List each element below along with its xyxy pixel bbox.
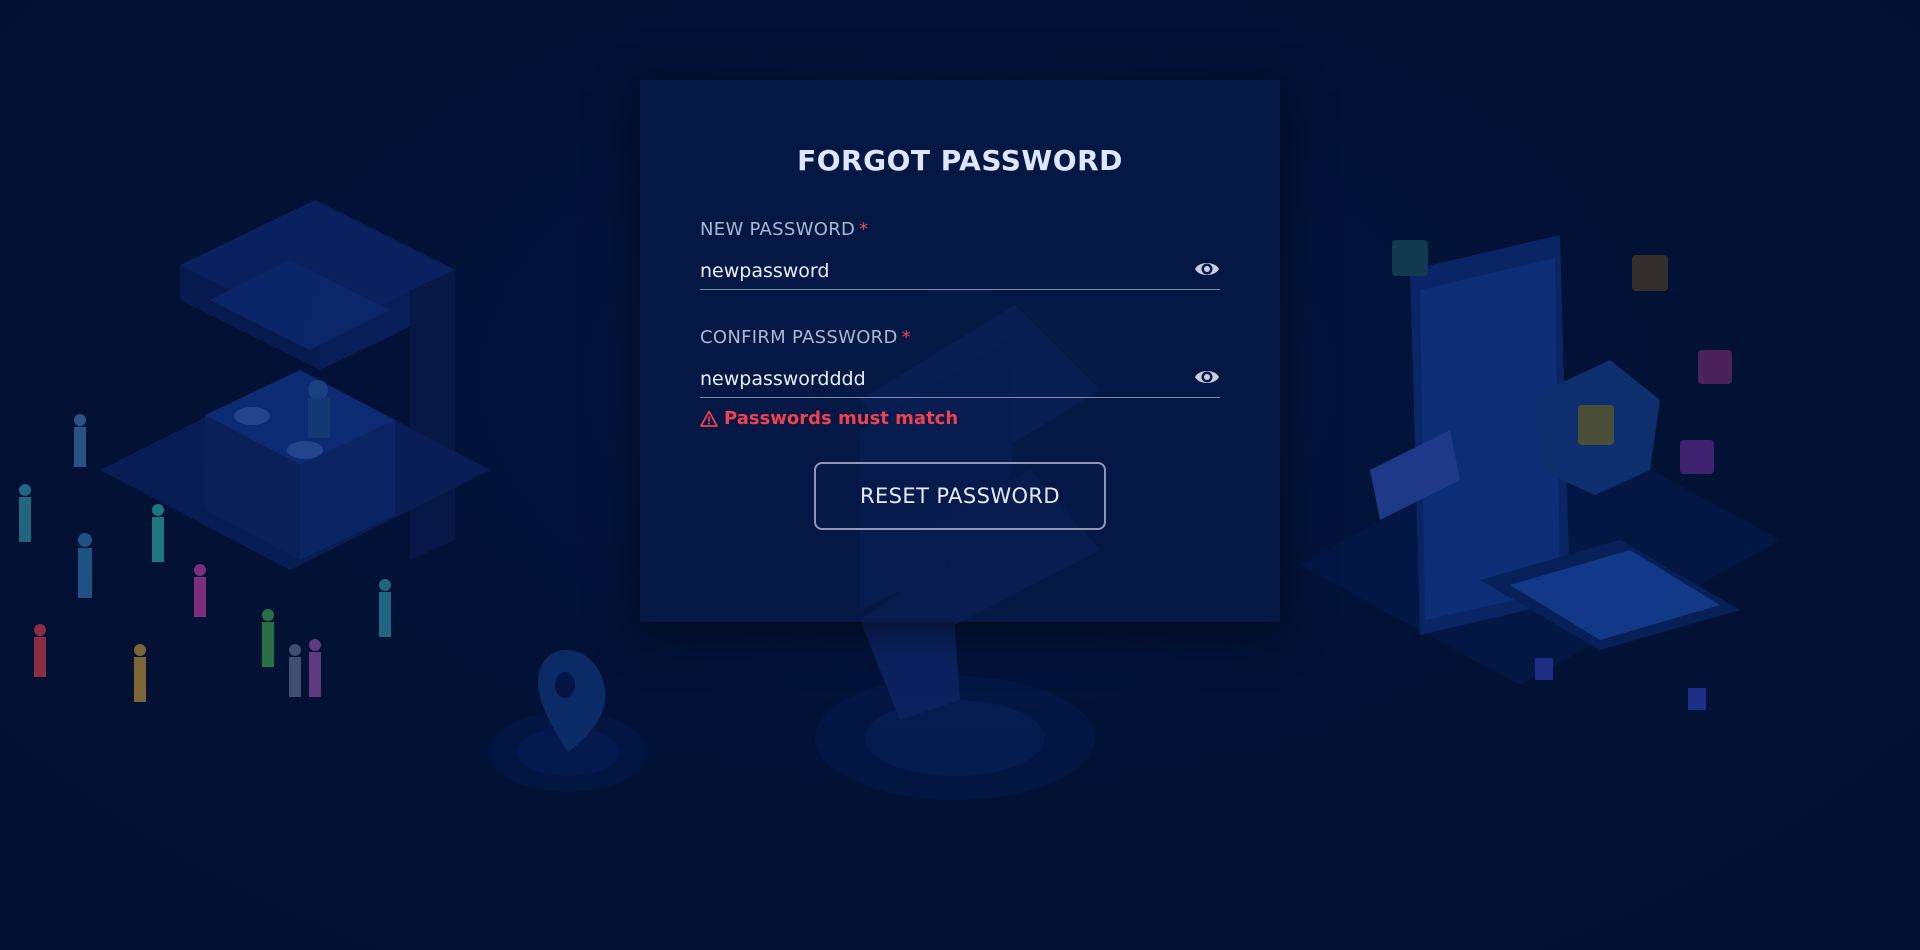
forgot-password-page: FORGOT PASSWORD NEW PASSWORD* CONFIRM PA… (0, 0, 1920, 950)
reset-password-button[interactable]: RESET PASSWORD (814, 462, 1106, 530)
error-message: Passwords must match (724, 408, 959, 429)
new-password-field: NEW PASSWORD * (700, 218, 1220, 290)
new-password-input-row (700, 254, 1220, 290)
confirm-password-input-row (700, 362, 1220, 398)
forgot-password-card: FORGOT PASSWORD NEW PASSWORD* CONFIRM PA… (640, 80, 1280, 622)
new-password-label-text: NEW PASSWORD (700, 219, 856, 240)
confirm-password-label: CONFIRM PASSWORD * (700, 326, 1220, 350)
password-mismatch-error: Passwords must match (700, 406, 1220, 432)
page-title: FORGOT PASSWORD (797, 144, 1123, 177)
confirm-password-label-text: CONFIRM PASSWORD (700, 327, 898, 348)
eye-icon[interactable] (1194, 259, 1220, 279)
new-password-label: NEW PASSWORD * (700, 218, 1220, 242)
warning-icon (700, 410, 718, 427)
required-asterisk: * (901, 327, 911, 348)
actions: RESET PASSWORD (700, 462, 1220, 530)
eye-icon[interactable] (1194, 367, 1220, 387)
new-password-input[interactable] (700, 254, 1220, 288)
confirm-password-input[interactable] (700, 362, 1220, 396)
confirm-password-field: CONFIRM PASSWORD* Passwords must match (700, 326, 1220, 432)
map-pin-illustration (488, 650, 648, 792)
phone-security-illustration (1300, 235, 1780, 710)
required-asterisk: * (859, 219, 869, 240)
